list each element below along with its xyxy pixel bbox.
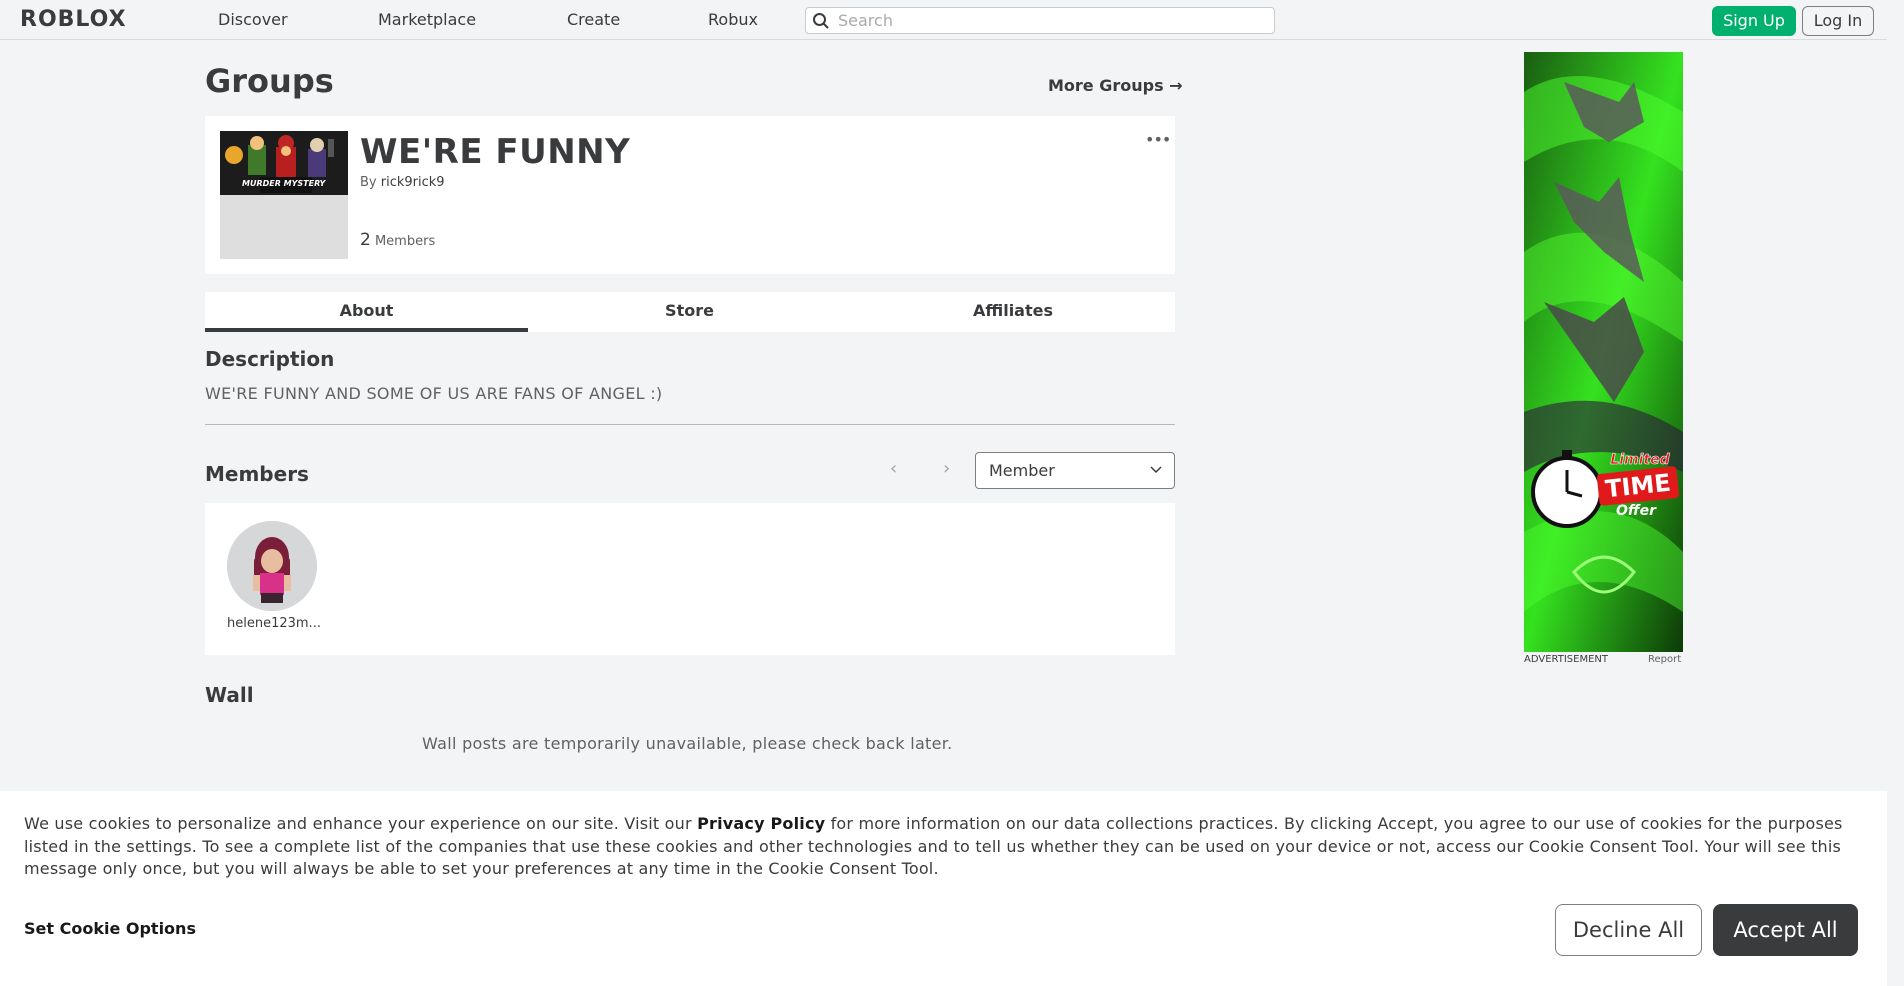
tab-affiliates[interactable]: Affiliates [851,292,1175,332]
next-page-icon[interactable]: › [943,458,950,479]
group-name: WE'RE FUNNY [360,132,631,172]
more-groups-link[interactable]: More Groups → [1048,76,1183,95]
chevron-down-icon [1150,466,1162,474]
top-nav: ROBLOX Discover Marketplace Create Robux… [0,0,1887,40]
scrollbar[interactable] [1887,0,1904,986]
emblem-caption: MURDER MYSTERY [242,179,326,188]
sign-up-button[interactable]: Sign Up [1712,6,1796,36]
roblox-logo[interactable]: ROBLOX [20,9,127,31]
group-owner: By rick9rick9 [360,175,445,190]
accept-all-button[interactable]: Accept All [1713,904,1858,956]
tab-about[interactable]: About [205,292,528,332]
description-text: WE'RE FUNNY AND SOME OF US ARE FANS OF A… [205,384,663,403]
members-list: helene123m... [205,503,1175,655]
nav-marketplace[interactable]: Marketplace [378,0,476,40]
search-icon [813,13,829,29]
avatar[interactable] [227,521,317,611]
divider [205,424,1175,425]
ad-label: ADVERTISEMENT [1524,654,1609,665]
cookie-banner: We use cookies to personalize and enhanc… [0,791,1887,986]
prev-page-icon[interactable]: ‹ [890,458,897,479]
page-title: Groups [205,62,334,100]
cookie-text-start: We use cookies to personalize and enhanc… [24,814,698,833]
member-count-number: 2 [360,230,371,250]
group-member-count: 2 Members [360,230,435,250]
set-cookie-options-link[interactable]: Set Cookie Options [24,919,196,938]
wall-heading: Wall [205,683,254,707]
group-tabs: About Store Affiliates [205,292,1175,332]
wall-message: Wall posts are temporarily unavailable, … [422,734,953,753]
tab-store[interactable]: Store [528,292,851,332]
ad-offer-text: Offer [1616,503,1657,519]
decline-all-button[interactable]: Decline All [1555,904,1702,956]
group-header-card: MURDER MYSTERY WE'RE FUNNY By rick9rick9… [205,116,1175,274]
nav-robux[interactable]: Robux [708,0,758,40]
nav-create[interactable]: Create [567,0,620,40]
search-box[interactable] [805,7,1275,34]
member-name[interactable]: helene123m... [227,616,321,631]
ad-limited-text: Limited [1610,452,1670,468]
search-input[interactable] [838,10,1258,31]
description-heading: Description [205,347,335,371]
emblem-image: MURDER MYSTERY [220,131,348,195]
advertisement-banner[interactable]: Limited TIME Offer [1524,52,1683,652]
member-count-label: Members [374,234,436,249]
owner-link[interactable]: rick9rick9 [381,175,445,190]
cookie-message: We use cookies to personalize and enhanc… [24,813,1864,881]
role-dropdown[interactable]: Member [975,452,1175,489]
role-dropdown-value: Member [989,461,1055,480]
owner-by-label: By [360,175,377,190]
log-in-button[interactable]: Log In [1802,6,1874,36]
more-options-icon[interactable]: ••• [1145,130,1171,149]
group-emblem: MURDER MYSTERY [220,131,348,259]
privacy-policy-link[interactable]: Privacy Policy [697,814,825,833]
ad-report-link[interactable]: Report [1648,654,1681,665]
nav-discover[interactable]: Discover [218,0,288,40]
members-heading: Members [205,462,309,486]
